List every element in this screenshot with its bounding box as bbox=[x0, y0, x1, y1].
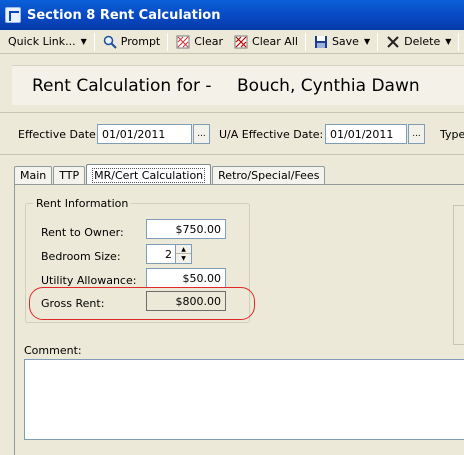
tab-retro-special-fees[interactable]: Retro/Special/Fees bbox=[212, 166, 326, 184]
tab-strip: Main TTP MR/Cert Calculation Retro/Speci… bbox=[14, 164, 326, 185]
tab-main[interactable]: Main bbox=[14, 166, 53, 184]
quick-link-button[interactable]: Quick Link... ▼ bbox=[3, 31, 92, 53]
magnifier-icon bbox=[102, 34, 118, 50]
clear-all-label: Clear All bbox=[252, 35, 298, 48]
toolbar: Quick Link... ▼ Prompt Clear Clear All S… bbox=[0, 30, 464, 54]
app-icon bbox=[5, 7, 21, 23]
rent-to-owner-field[interactable]: $750.00 bbox=[146, 219, 226, 239]
toolbar-separator bbox=[458, 32, 460, 51]
type-label: Type: bbox=[440, 128, 464, 141]
clear-button[interactable]: Clear bbox=[170, 31, 228, 53]
ua-effective-date-field[interactable]: 01/01/2011 bbox=[325, 124, 407, 144]
utility-allowance-field[interactable]: $50.00 bbox=[146, 268, 226, 288]
delete-x-icon bbox=[385, 34, 401, 50]
effective-date-browse-button[interactable]: ... bbox=[193, 124, 210, 144]
ua-effective-date-browse-button[interactable]: ... bbox=[408, 124, 425, 144]
chevron-down-icon[interactable]: ▼ bbox=[445, 37, 451, 46]
clear-icon bbox=[175, 34, 191, 50]
floppy-disk-icon bbox=[313, 34, 329, 50]
rent-information-title: Rent Information bbox=[33, 197, 132, 210]
toolbar-separator bbox=[377, 32, 379, 51]
chevron-down-icon[interactable]: ▼ bbox=[364, 37, 370, 46]
rent-to-owner-label: Rent to Owner: bbox=[41, 226, 124, 239]
effective-dates-row: Effective Date: 01/01/2011 ... U/A Effec… bbox=[0, 124, 464, 146]
bedroom-size-stepper[interactable]: 2 ▲ ▼ bbox=[146, 244, 192, 264]
effective-date-field[interactable]: 01/01/2011 bbox=[97, 124, 192, 144]
page-title: Rent Calculation for - bbox=[32, 75, 212, 96]
clear-label: Clear bbox=[194, 35, 224, 48]
toolbar-separator bbox=[304, 32, 306, 51]
tenant-name: Bouch, Cynthia Dawn bbox=[237, 75, 420, 96]
stepper-buttons: ▲ ▼ bbox=[176, 244, 192, 264]
comment-field[interactable] bbox=[24, 359, 464, 440]
tab-mr-cert-calculation[interactable]: MR/Cert Calculation bbox=[86, 164, 212, 185]
title-bar: Section 8 Rent Calculation bbox=[0, 0, 464, 30]
clear-all-icon bbox=[233, 34, 249, 50]
tab-ttp[interactable]: TTP bbox=[53, 166, 86, 184]
prompt-label: Prompt bbox=[120, 35, 161, 48]
save-label: Save bbox=[331, 35, 359, 48]
delete-button[interactable]: Delete ▼ bbox=[380, 31, 456, 53]
right-panel-edge bbox=[453, 205, 464, 345]
quick-link-label: Quick Link... bbox=[8, 35, 76, 48]
toolbar-separator bbox=[167, 32, 169, 51]
chevron-down-icon[interactable]: ▼ bbox=[81, 37, 87, 46]
window-title: Section 8 Rent Calculation bbox=[27, 7, 221, 23]
stepper-up-arrow-icon[interactable]: ▲ bbox=[176, 245, 191, 254]
bedroom-size-label: Bedroom Size: bbox=[41, 250, 121, 263]
divider bbox=[0, 112, 464, 113]
save-button[interactable]: Save ▼ bbox=[308, 31, 375, 53]
prompt-button[interactable]: Prompt bbox=[97, 31, 165, 53]
clear-all-button[interactable]: Clear All bbox=[228, 31, 303, 53]
delete-label: Delete bbox=[404, 35, 441, 48]
bedroom-size-value[interactable]: 2 bbox=[146, 244, 176, 264]
effective-date-label: Effective Date: bbox=[18, 128, 100, 141]
ua-effective-date-label: U/A Effective Date: bbox=[219, 128, 324, 141]
page-header: Rent Calculation for - Bouch, Cynthia Da… bbox=[12, 65, 464, 105]
divider bbox=[0, 154, 464, 155]
stepper-down-arrow-icon[interactable]: ▼ bbox=[176, 254, 191, 263]
utility-allowance-label: Utility Allowance: bbox=[41, 274, 137, 287]
toolbar-separator bbox=[93, 32, 95, 51]
highlight-annotation bbox=[29, 287, 255, 320]
comment-label: Comment: bbox=[24, 344, 82, 357]
